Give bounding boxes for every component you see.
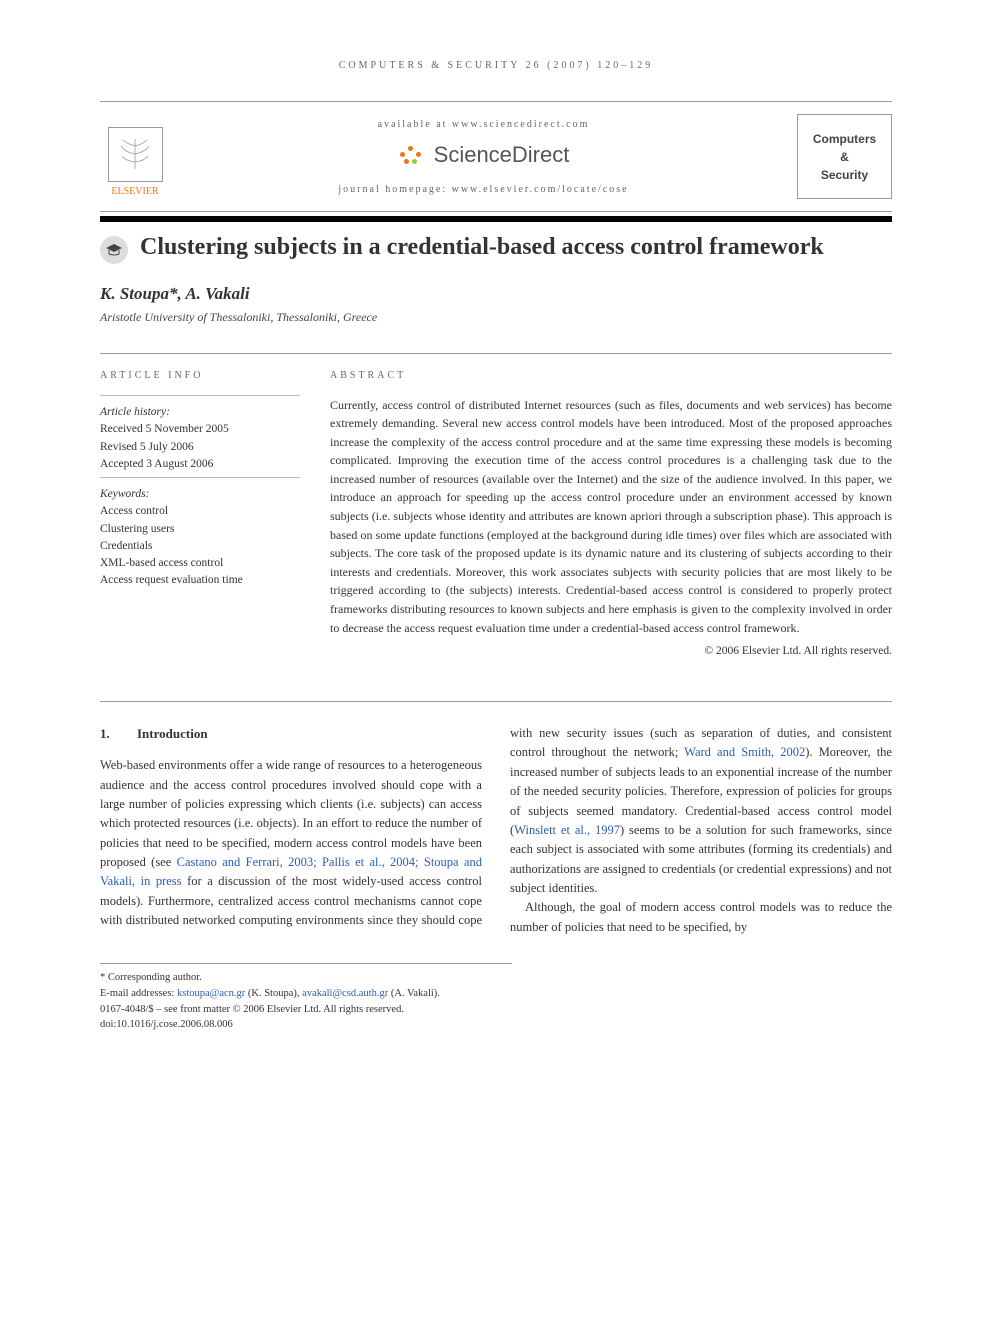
keyword: Clustering users xyxy=(100,521,300,538)
body-paragraph: Although, the goal of modern access cont… xyxy=(510,898,892,937)
citation-link[interactable]: Ward and Smith, 2002 xyxy=(684,745,805,759)
abstract-head: ABSTRACT xyxy=(330,368,892,384)
elsevier-tree-icon xyxy=(108,127,163,182)
email-link[interactable]: avakali@csd.auth.gr xyxy=(302,988,388,999)
email-link[interactable]: kstoupa@acn.gr xyxy=(177,988,245,999)
divider xyxy=(100,701,892,702)
keywords-label: Keywords: xyxy=(100,486,300,503)
footnotes: * Corresponding author. E-mail addresses… xyxy=(100,963,512,1033)
corresponding-author: * Corresponding author. xyxy=(100,970,512,986)
graduation-cap-icon xyxy=(100,236,128,264)
journal-homepage: journal homepage: www.elsevier.com/locat… xyxy=(170,184,797,195)
history-received: Received 5 November 2005 xyxy=(100,421,300,438)
journal-cover-line: Security xyxy=(821,166,868,184)
copyright: © 2006 Elsevier Ltd. All rights reserved… xyxy=(330,643,892,661)
journal-header: ELSEVIER available at www.sciencedirect.… xyxy=(100,101,892,212)
article-info-head: ARTICLE INFO xyxy=(100,368,300,383)
article-title: Clustering subjects in a credential-base… xyxy=(140,232,824,263)
abstract-text: Currently, access control of distributed… xyxy=(330,396,892,638)
article-info: ARTICLE INFO Article history: Received 5… xyxy=(100,368,300,661)
keyword: Access request evaluation time xyxy=(100,572,300,589)
journal-cover-line: Computers xyxy=(813,130,876,148)
journal-cover: Computers & Security xyxy=(797,114,892,199)
authors: K. Stoupa*, A. Vakali xyxy=(100,284,892,304)
elsevier-logo: ELSEVIER xyxy=(100,117,170,197)
body-text: 1. Introduction Web-based environments o… xyxy=(100,724,892,937)
citation-link[interactable]: Winslett et al., 1997 xyxy=(514,823,620,837)
affiliation: Aristotle University of Thessaloniki, Th… xyxy=(100,310,892,325)
keyword: XML-based access control xyxy=(100,555,300,572)
sciencedirect-dots-icon xyxy=(398,144,426,166)
history-accepted: Accepted 3 August 2006 xyxy=(100,456,300,473)
history-label: Article history: xyxy=(100,404,300,421)
elsevier-label: ELSEVIER xyxy=(111,186,158,197)
sciencedirect-logo: ScienceDirect xyxy=(398,142,570,168)
section-heading: 1. Introduction xyxy=(100,724,482,744)
running-head: COMPUTERS & SECURITY 26 (2007) 120–129 xyxy=(100,60,892,71)
divider xyxy=(100,395,300,396)
history-revised: Revised 5 July 2006 xyxy=(100,439,300,456)
journal-cover-line: & xyxy=(840,148,849,166)
section-number: 1. xyxy=(100,726,110,741)
sciencedirect-label: ScienceDirect xyxy=(434,142,570,168)
divider xyxy=(100,477,300,478)
keyword: Access control xyxy=(100,503,300,520)
front-matter: 0167-4048/$ – see front matter © 2006 El… xyxy=(100,1002,512,1018)
email-line: E-mail addresses: kstoupa@acn.gr (K. Sto… xyxy=(100,986,512,1002)
doi: doi:10.1016/j.cose.2006.08.006 xyxy=(100,1017,512,1033)
keyword: Credentials xyxy=(100,538,300,555)
abstract: ABSTRACT Currently, access control of di… xyxy=(330,368,892,661)
available-at: available at www.sciencedirect.com xyxy=(170,119,797,130)
section-title: Introduction xyxy=(137,726,208,741)
